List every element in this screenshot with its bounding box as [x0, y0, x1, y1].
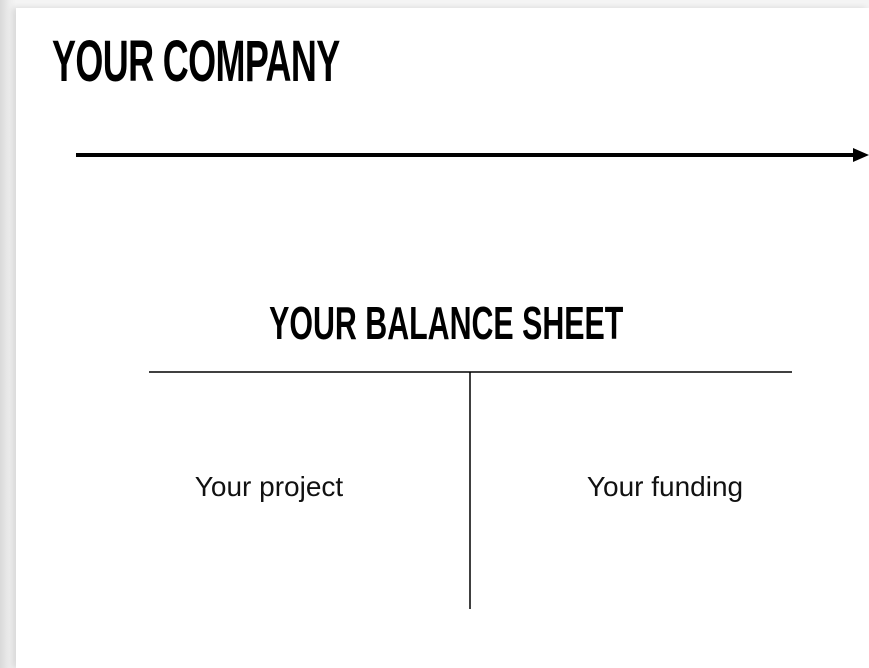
- your-funding-label: Your funding: [586, 471, 744, 502]
- your-project-label: Your project: [194, 471, 344, 502]
- t-account-divider: [149, 371, 792, 609]
